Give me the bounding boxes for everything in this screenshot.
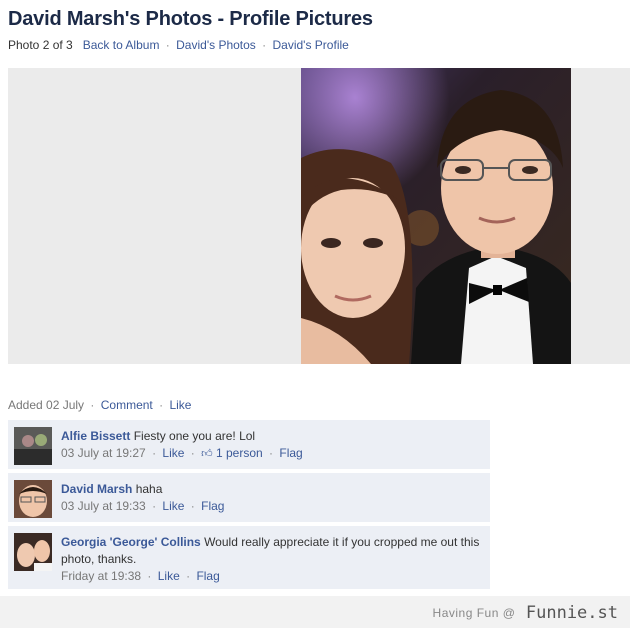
- photo-stage: [8, 68, 630, 364]
- separator-dot: ·: [269, 446, 274, 460]
- thumbs-up-icon: 👍︎: [201, 448, 213, 460]
- comment-like-link[interactable]: Like: [162, 499, 184, 513]
- watermark-brand: Funnie.st: [525, 603, 618, 623]
- avatar[interactable]: [14, 480, 52, 518]
- watermark-prefix: Having Fun @: [432, 606, 516, 620]
- avatar[interactable]: [14, 533, 52, 571]
- added-date: Added 02 July: [8, 398, 85, 412]
- comment-item: Alfie Bissett Fiesty one you are! Lol 03…: [8, 420, 490, 470]
- comment-text: Fiesty one you are! Lol: [130, 429, 256, 443]
- comment-item: Georgia 'George' Collins Would really ap…: [8, 526, 490, 590]
- comment-time: 03 July at 19:27: [61, 446, 146, 460]
- separator-dot: ·: [190, 446, 195, 460]
- back-to-album-link[interactable]: Back to Album: [83, 38, 160, 52]
- flag-link[interactable]: Flag: [279, 446, 302, 460]
- profile-photo-image: [301, 68, 571, 364]
- photo-meta: Added 02 July · Comment · Like: [8, 398, 191, 412]
- comment-time: Friday at 19:38: [61, 569, 142, 583]
- comment-author[interactable]: Georgia 'George' Collins: [61, 535, 201, 549]
- avatar-image: [14, 427, 52, 465]
- avatar-image: [14, 533, 52, 571]
- separator-dot: ·: [262, 38, 267, 52]
- separator-dot: ·: [152, 499, 157, 513]
- separator-dot: ·: [165, 38, 170, 52]
- photo-counter: Photo 2 of 3: [8, 38, 73, 52]
- like-link[interactable]: Like: [169, 398, 191, 412]
- profile-photo[interactable]: [301, 68, 571, 364]
- separator-dot: ·: [152, 446, 157, 460]
- comment-like-link[interactable]: Like: [158, 569, 180, 583]
- comment-author[interactable]: David Marsh: [61, 482, 132, 496]
- page-title: David Marsh's Photos - Profile Pictures: [8, 8, 373, 30]
- comment-text: haha: [132, 482, 163, 496]
- comment-link[interactable]: Comment: [101, 398, 153, 412]
- separator-dot: ·: [147, 569, 152, 583]
- avatar-image: [14, 480, 52, 518]
- watermark: Having Fun @ Funnie.st: [433, 603, 618, 623]
- separator-dot: ·: [159, 398, 164, 412]
- flag-link[interactable]: Flag: [201, 499, 224, 513]
- davids-photos-link[interactable]: David's Photos: [176, 38, 256, 52]
- comment-list: Alfie Bissett Fiesty one you are! Lol 03…: [8, 420, 490, 593]
- davids-profile-link[interactable]: David's Profile: [273, 38, 349, 52]
- flag-link[interactable]: Flag: [196, 569, 219, 583]
- separator-dot: ·: [186, 569, 191, 583]
- separator-dot: ·: [90, 398, 95, 412]
- comment-like-link[interactable]: Like: [162, 446, 184, 460]
- avatar[interactable]: [14, 427, 52, 465]
- comment-time: 03 July at 19:33: [61, 499, 146, 513]
- comment-author[interactable]: Alfie Bissett: [61, 429, 130, 443]
- comment-item: David Marsh haha 03 July at 19:33 · Like…: [8, 473, 490, 523]
- likes-count-link[interactable]: 1 person: [216, 446, 263, 460]
- photo-subnav: Photo 2 of 3 Back to Album · David's Pho…: [8, 38, 349, 52]
- separator-dot: ·: [190, 499, 195, 513]
